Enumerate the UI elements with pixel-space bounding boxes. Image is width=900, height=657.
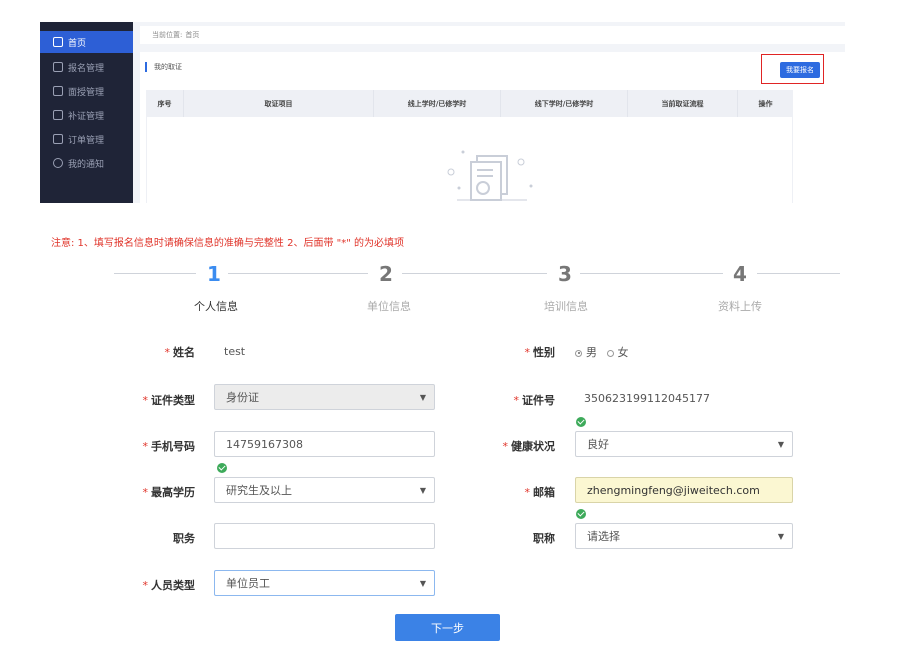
sidebar-item-orders[interactable]: 订单管理 (40, 128, 133, 150)
column-header: 序号 (146, 90, 184, 117)
name-label: * 姓名 (164, 346, 196, 359)
classroom-icon (53, 86, 63, 96)
column-header: 线下学时/已修学时 (501, 90, 628, 117)
email-label: * 邮箱 (524, 486, 556, 499)
column-header: 当前取证流程 (628, 90, 738, 117)
email-input[interactable]: zhengmingfeng@jiweitech.com (575, 477, 793, 503)
dropdown-arrow-icon: ▼ (419, 486, 426, 495)
step-connector (114, 273, 196, 274)
required-mark: * (142, 486, 149, 499)
required-mark: * (524, 486, 531, 499)
order-icon (53, 134, 63, 144)
dropdown-arrow-icon: ▼ (419, 579, 426, 588)
step-connector (757, 273, 840, 274)
radio-male[interactable] (575, 349, 582, 357)
step-connector (228, 273, 368, 274)
dropdown-arrow-icon: ▼ (777, 532, 784, 541)
education-select[interactable]: 研究生及以上 ▼ (214, 477, 435, 503)
education-label: * 最高学历 (142, 486, 196, 499)
step-number-3: 3 (558, 262, 572, 286)
sidebar-item-notices[interactable]: 我的通知 (40, 152, 133, 174)
required-mark: * (142, 579, 149, 592)
sidebar-item-certificate[interactable]: 补证管理 (40, 104, 133, 126)
required-mark: * (502, 440, 509, 453)
gender-radio-group: 男 女 (575, 344, 629, 360)
health-label: * 健康状况 (502, 440, 556, 453)
name-value: test (224, 345, 246, 358)
breadcrumb: 当前位置: 首页 (140, 26, 845, 44)
sidebar-item-classroom[interactable]: 面授管理 (40, 80, 133, 102)
radio-female[interactable] (606, 349, 614, 357)
sidebar-item-label: 订单管理 (68, 135, 105, 146)
column-header: 操作 (758, 99, 773, 108)
step-connector (402, 273, 547, 274)
table-header: 序号 取证项目 线上学时/已修学时 线下学时/已修学时 当前取证流程 操作 (146, 90, 793, 117)
message-icon (53, 158, 63, 168)
required-mark: * (164, 346, 171, 359)
id-valid-check-icon (576, 417, 586, 427)
admin-app-screenshot: 首页 报名管理 面授管理 补证管理 订单管理 我的通知 当前位置: 首页 我的取… (0, 0, 845, 203)
id-number-value: 350623199112045177 (584, 392, 710, 405)
sidebar-item-label: 报名管理 (68, 63, 105, 74)
radio-male-label: 男 (586, 346, 597, 359)
gender-label: * 性别 (524, 346, 556, 359)
position-label: 职务 (173, 532, 195, 545)
sidebar-item-signup[interactable]: 报名管理 (40, 56, 133, 78)
sidebar-item-label: 首页 (68, 38, 87, 49)
phone-input[interactable]: 14759167308 (214, 431, 435, 457)
required-mark: * (142, 440, 149, 453)
apply-button[interactable]: 我要报名 (780, 62, 820, 78)
step-label-upload: 资料上传 (718, 300, 762, 313)
step-label-personal: 个人信息 (194, 300, 238, 313)
phone-label: * 手机号码 (142, 440, 196, 453)
breadcrumb-prefix: 当前位置: (152, 31, 183, 39)
step-label-company: 单位信息 (367, 300, 411, 313)
sidebar-item-label: 我的通知 (68, 159, 105, 170)
sidebar: 首页 报名管理 面授管理 补证管理 订单管理 我的通知 (40, 22, 133, 203)
radio-female-label: 女 (617, 346, 629, 359)
dropdown-arrow-icon: ▼ (419, 393, 426, 402)
certification-panel: 我的取证 我要报名 序号 取证项目 线上学时/已修学时 线下学时/已修学时 当前… (140, 52, 845, 203)
staff-type-label: * 人员类型 (142, 579, 196, 592)
required-mark: * (524, 346, 531, 359)
id-type-select[interactable]: 身份证 ▼ (214, 384, 435, 410)
health-select[interactable]: 良好 ▼ (575, 431, 793, 457)
required-mark: * (142, 394, 149, 407)
step-number-4: 4 (733, 262, 747, 286)
position-input[interactable] (214, 523, 435, 549)
phone-valid-check-icon (217, 463, 227, 473)
next-step-button[interactable]: 下一步 (395, 614, 500, 641)
panel-title: 我的取证 (145, 62, 182, 72)
email-valid-check-icon (576, 509, 586, 519)
breadcrumb-current[interactable]: 首页 (185, 30, 199, 40)
home-icon (53, 37, 63, 47)
column-header: 线上学时/已修学时 (374, 90, 501, 117)
step-number-1: 1 (207, 262, 221, 286)
sidebar-item-label: 补证管理 (68, 111, 105, 122)
step-number-2: 2 (379, 262, 393, 286)
title-select[interactable]: 请选择 ▼ (575, 523, 793, 549)
title-label: 职称 (533, 532, 555, 545)
step-connector (580, 273, 723, 274)
id-type-label: * 证件类型 (142, 394, 196, 407)
sidebar-item-label: 面授管理 (68, 87, 105, 98)
empty-data-icon (447, 150, 533, 201)
table-body-empty (146, 117, 793, 203)
dropdown-arrow-icon: ▼ (777, 440, 784, 449)
column-header: 取证项目 (184, 90, 374, 117)
certificate-icon (53, 110, 63, 120)
staff-type-select[interactable]: 单位员工 ▼ (214, 570, 435, 596)
step-label-training: 培训信息 (544, 300, 588, 313)
required-mark: * (513, 394, 520, 407)
sidebar-item-home[interactable]: 首页 (40, 31, 133, 53)
id-number-label: * 证件号 (513, 394, 556, 407)
required-fields-note: 注意: 1、填写报名信息时请确保信息的准确与完整性 2、后面带 "*" 的为必填… (51, 238, 405, 249)
signup-icon (53, 62, 63, 72)
